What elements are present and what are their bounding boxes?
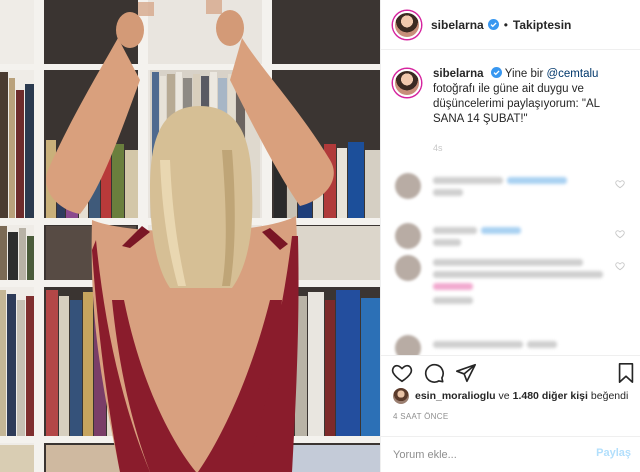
comment-blurred-meta: [433, 239, 461, 246]
comment-item: [393, 255, 629, 307]
bookmark-icon[interactable]: [615, 362, 637, 384]
paper-plane-icon[interactable]: [455, 362, 477, 384]
comment-blurred-meta: [433, 297, 473, 304]
post-actions: esin_moralioglu ve 1.480 diğer kişi beğe…: [381, 355, 640, 436]
post-timestamp[interactable]: 4 SAAT ÖNCE: [393, 412, 448, 421]
heart-icon[interactable]: [391, 362, 413, 384]
likes-connector: ve: [498, 390, 510, 402]
caption-text-before: Yine bir: [504, 68, 544, 80]
likes-suffix: beğendi: [590, 390, 629, 402]
header-separator: •: [503, 17, 508, 32]
comment-like-icon[interactable]: [615, 261, 625, 271]
comment-avatar: [395, 335, 421, 355]
comment-item: [393, 223, 629, 249]
comment-blurred-text: [433, 283, 473, 290]
caption-avatar[interactable]: [393, 69, 421, 97]
post-image: [0, 0, 380, 472]
comment-avatar: [395, 173, 421, 199]
caption-time: 4s: [433, 143, 443, 153]
follow-status-button[interactable]: Takiptesin: [513, 18, 571, 32]
comment-icon[interactable]: [423, 362, 445, 384]
comment-like-icon[interactable]: [615, 229, 625, 239]
post-caption: sibelarna Yine bir @cemtalu fotoğrafı il…: [393, 67, 629, 127]
comment-avatar: [395, 255, 421, 281]
header-username[interactable]: sibelarna: [431, 18, 484, 32]
caption-text: sibelarna Yine bir @cemtalu fotoğrafı il…: [433, 67, 623, 127]
comment-item: [393, 335, 629, 355]
post-photo[interactable]: [0, 0, 380, 472]
caption-username[interactable]: sibelarna: [433, 68, 484, 80]
caption-mention-link[interactable]: @cemtalu: [546, 68, 598, 80]
caption-text-after: fotoğrafı ile güne ait duygu ve düşüncel…: [433, 83, 600, 125]
comment-blurred-text: [433, 271, 603, 278]
likes-summary[interactable]: esin_moralioglu ve 1.480 diğer kişi beğe…: [393, 388, 633, 404]
likes-count[interactable]: 1.480 diğer kişi: [513, 390, 588, 402]
verified-badge-icon: [487, 19, 499, 30]
comment-item: [393, 173, 629, 199]
comment-like-icon[interactable]: [615, 179, 625, 189]
post-header: sibelarna • Takiptesin: [381, 0, 640, 50]
post-comment-button[interactable]: Paylaş: [596, 447, 631, 459]
comment-blurred-text: [433, 341, 523, 348]
verified-badge-icon: [490, 67, 502, 78]
liker-username[interactable]: esin_moralioglu: [415, 390, 496, 402]
comment-blurred-text: [527, 341, 557, 348]
comment-blurred-text: [433, 177, 503, 184]
add-comment-bar: Paylaş: [381, 436, 640, 472]
comment-input[interactable]: [393, 446, 583, 464]
comment-blurred-text: [507, 177, 567, 184]
liker-avatar[interactable]: [393, 388, 409, 404]
post-side-panel: sibelarna • Takiptesin sibelarna Yine bi…: [380, 0, 640, 472]
comment-avatar: [395, 223, 421, 249]
comment-blurred-text: [433, 259, 583, 266]
comment-blurred-meta: [433, 189, 463, 196]
avatar[interactable]: [393, 10, 421, 39]
comments-section[interactable]: sibelarna Yine bir @cemtalu fotoğrafı il…: [381, 51, 640, 355]
comment-blurred-text: [481, 227, 521, 234]
comment-blurred-text: [433, 227, 477, 234]
